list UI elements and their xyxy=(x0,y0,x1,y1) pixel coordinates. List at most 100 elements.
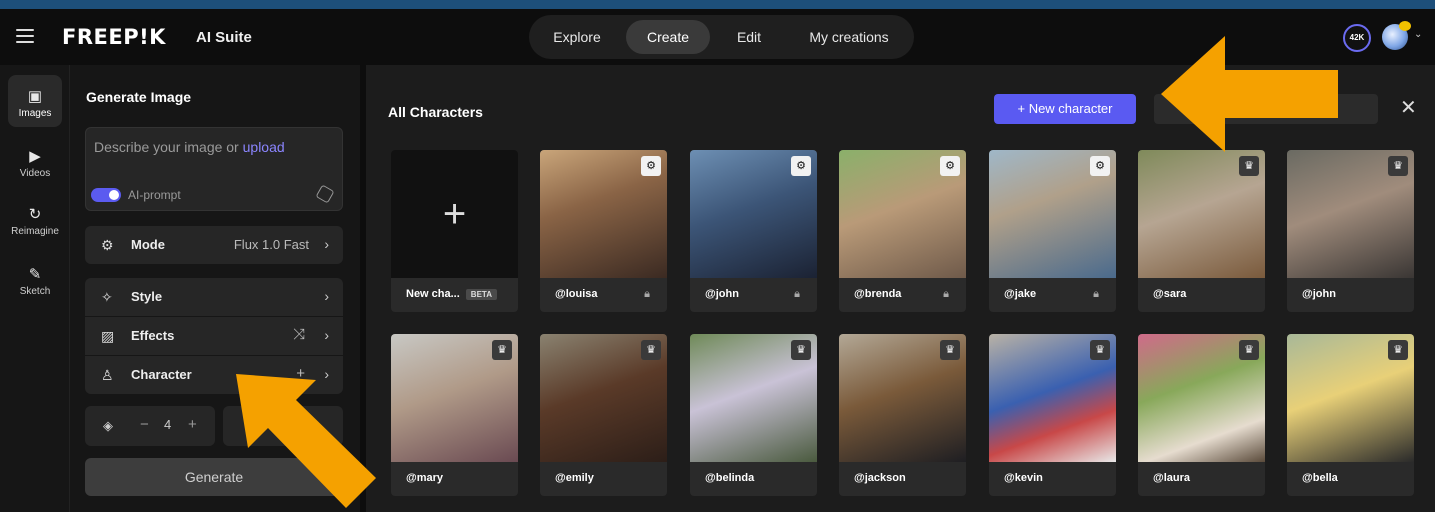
rail-item-sketch[interactable]: ✎ Sketch xyxy=(0,265,70,297)
chevron-right-icon: › xyxy=(324,236,329,252)
card-name: @laura xyxy=(1153,472,1191,484)
rail-item-label: Images xyxy=(18,108,52,119)
credits-badge[interactable]: 42K xyxy=(1343,24,1371,52)
lock-icon: 🔒︎ xyxy=(794,288,800,300)
card-name: @louisa xyxy=(555,288,598,300)
chevron-down-icon[interactable]: ⌄ xyxy=(1414,29,1422,40)
character-card[interactable]: ⚙ @louisa 🔒︎ xyxy=(540,150,667,312)
mode-label: Mode xyxy=(131,237,165,252)
effects-selector[interactable]: ▨ Effects ⤨ › xyxy=(85,317,343,355)
shuffle-icon[interactable]: ⤨ xyxy=(293,326,305,343)
rail-item-videos[interactable]: ▶ Videos xyxy=(0,147,70,179)
chevron-right-icon: › xyxy=(324,327,329,343)
menu-icon[interactable] xyxy=(16,29,34,43)
gear-icon[interactable]: ⚙ xyxy=(1090,156,1110,176)
character-card[interactable]: ♛ @mary xyxy=(391,334,518,496)
character-card[interactable]: ⚙ @john 🔒︎ xyxy=(690,150,817,312)
crown-icon: ♛ xyxy=(940,340,960,360)
character-card[interactable]: ♛ @jackson xyxy=(839,334,966,496)
card-name: @emily xyxy=(555,472,594,484)
effects-icon: ▨ xyxy=(101,328,115,344)
sparkle-icon: ✧ xyxy=(101,289,113,305)
tab-edit[interactable]: Edit xyxy=(724,20,774,54)
character-card[interactable]: ⚙ @brenda 🔒︎ xyxy=(839,150,966,312)
character-card[interactable]: ♛ @laura xyxy=(1138,334,1265,496)
panel-title: Generate Image xyxy=(86,89,192,105)
arrow-pointing-up-left-annotation xyxy=(236,374,376,508)
character-card[interactable]: ♛ @belinda xyxy=(690,334,817,496)
tab-my-creations[interactable]: My creations xyxy=(794,20,904,54)
rail-item-label: Sketch xyxy=(19,286,51,297)
rail-item-label: Videos xyxy=(19,168,51,179)
rail-item-images[interactable]: ▣ Images xyxy=(0,87,70,119)
chip-icon: ⚙ xyxy=(101,237,114,253)
refresh-icon: ↻ xyxy=(28,206,42,223)
count-value: 4 xyxy=(164,417,172,432)
card-name: @john xyxy=(1302,288,1336,300)
crown-icon: ♛ xyxy=(1239,340,1259,360)
premium-crown-icon xyxy=(1399,21,1411,31)
prompt-input[interactable]: Describe your image or upload AI-prompt xyxy=(85,127,343,211)
style-selector[interactable]: ✧ Style › xyxy=(85,278,343,316)
rail-item-reimagine[interactable]: ↻ Reimagine xyxy=(0,205,70,237)
new-card-label: New cha... xyxy=(406,288,460,300)
lock-icon: 🔒︎ xyxy=(1093,288,1099,300)
card-name: @kevin xyxy=(1004,472,1043,484)
characters-title: All Characters xyxy=(388,104,483,120)
crown-icon: ♛ xyxy=(1090,340,1110,360)
top-strip xyxy=(0,0,1435,9)
person-icon: ♙ xyxy=(101,367,114,383)
character-card[interactable]: ♛ @john xyxy=(1287,150,1414,312)
rail-item-label: Reimagine xyxy=(11,226,59,237)
card-name: @brenda xyxy=(854,288,902,300)
tab-explore[interactable]: Explore xyxy=(543,20,611,54)
gear-icon[interactable]: ⚙ xyxy=(791,156,811,176)
lock-icon: 🔒︎ xyxy=(644,288,650,300)
crown-icon: ♛ xyxy=(1388,156,1408,176)
crown-icon: ♛ xyxy=(492,340,512,360)
crown-icon: ♛ xyxy=(1388,340,1408,360)
card-name: @sara xyxy=(1153,288,1187,300)
character-card[interactable]: ♛ @bella xyxy=(1287,334,1414,496)
arrow-pointing-left-annotation xyxy=(1161,36,1338,152)
character-card[interactable]: ⚙ @jake 🔒︎ xyxy=(989,150,1116,312)
new-character-button[interactable]: + New character xyxy=(994,94,1136,124)
card-name: @jackson xyxy=(854,472,906,484)
character-card[interactable]: ♛ @emily xyxy=(540,334,667,496)
style-label: Style xyxy=(131,289,163,304)
image-count-stepper: ◈ − 4 + xyxy=(85,406,215,446)
new-character-card[interactable]: + New cha... BETA xyxy=(391,150,518,312)
close-icon[interactable]: ✕ xyxy=(1400,95,1417,120)
prompt-placeholder: Describe your image or upload xyxy=(94,139,285,155)
card-name: @jake xyxy=(1004,288,1037,300)
increment-button[interactable]: + xyxy=(188,416,197,433)
ai-prompt-toggle[interactable] xyxy=(91,188,121,202)
brush-icon: ✎ xyxy=(28,266,42,283)
layers-icon: ◈ xyxy=(103,418,113,433)
plus-icon: + xyxy=(391,150,518,278)
mode-selector[interactable]: ⚙ Mode Flux 1.0 Fast › xyxy=(85,226,343,264)
card-name: @bella xyxy=(1302,472,1338,484)
image-icon: ▣ xyxy=(27,88,43,105)
upload-link[interactable]: upload xyxy=(243,139,285,155)
character-label: Character xyxy=(131,367,192,382)
lock-icon: 🔒︎ xyxy=(943,288,949,300)
gear-icon[interactable]: ⚙ xyxy=(940,156,960,176)
card-name: @belinda xyxy=(705,472,755,484)
crown-icon: ♛ xyxy=(1239,156,1259,176)
video-icon: ▶ xyxy=(29,148,41,165)
character-card[interactable]: ♛ @kevin xyxy=(989,334,1116,496)
crown-icon: ♛ xyxy=(791,340,811,360)
character-card[interactable]: ♛ @sara xyxy=(1138,150,1265,312)
chevron-right-icon: › xyxy=(324,288,329,304)
ai-prompt-label: AI-prompt xyxy=(128,188,181,202)
card-name: @john xyxy=(705,288,739,300)
tab-create[interactable]: Create xyxy=(626,20,710,54)
card-name: @mary xyxy=(406,472,444,484)
mode-value: Flux 1.0 Fast xyxy=(233,237,309,252)
cube-icon[interactable] xyxy=(315,184,335,204)
freepik-logo[interactable]: FREEP!K xyxy=(62,25,166,49)
crown-icon: ♛ xyxy=(641,340,661,360)
decrement-button[interactable]: − xyxy=(140,416,149,433)
gear-icon[interactable]: ⚙ xyxy=(641,156,661,176)
